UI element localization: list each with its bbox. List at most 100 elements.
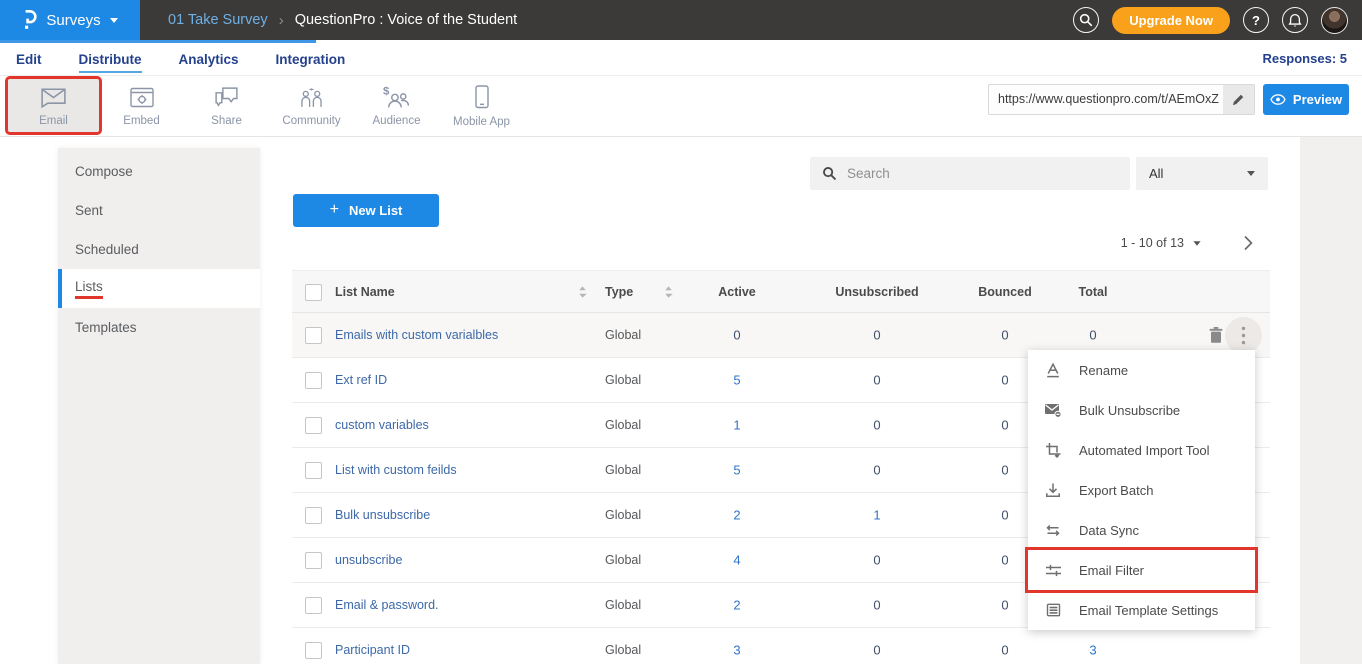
row-checkbox[interactable] bbox=[305, 642, 322, 659]
new-list-button[interactable]: + New List bbox=[293, 194, 439, 227]
sidebar-item-label: Scheduled bbox=[75, 242, 139, 257]
tab-integration[interactable]: Integration bbox=[276, 52, 346, 67]
channel-email[interactable]: Email bbox=[8, 79, 99, 132]
list-name-link[interactable]: Emails with custom varialbles bbox=[335, 328, 498, 342]
list-name-link[interactable]: unsubscribe bbox=[335, 553, 402, 567]
chevron-down-icon bbox=[1247, 171, 1255, 176]
row-checkbox[interactable] bbox=[305, 462, 322, 479]
list-name-link[interactable]: custom variables bbox=[335, 418, 429, 432]
pagination-range[interactable]: 1 - 10 of 13 bbox=[1121, 236, 1184, 250]
preview-label: Preview bbox=[1293, 92, 1342, 107]
sidebar-item-sent[interactable]: Sent bbox=[58, 191, 260, 230]
channel-embed[interactable]: Embed bbox=[99, 79, 184, 132]
list-type: Global bbox=[605, 508, 641, 522]
select-all-checkbox[interactable] bbox=[305, 284, 322, 301]
menu-item-email-template-settings[interactable]: Email Template Settings bbox=[1028, 590, 1255, 630]
sort-icon[interactable] bbox=[664, 285, 673, 298]
channel-audience[interactable]: $Audience bbox=[354, 79, 439, 132]
list-type: Global bbox=[605, 553, 641, 567]
help-button[interactable]: ? bbox=[1243, 7, 1269, 33]
share-icon bbox=[213, 85, 240, 110]
list-name-link[interactable]: Ext ref ID bbox=[335, 373, 387, 387]
row-menu-button[interactable] bbox=[1225, 317, 1262, 354]
menu-item-automated-import-tool[interactable]: Automated Import Tool bbox=[1028, 430, 1255, 470]
channel-community[interactable]: Community bbox=[269, 79, 354, 132]
survey-url-value[interactable]: https://www.questionpro.com/t/AEmOxZ bbox=[989, 85, 1223, 114]
column-header-list-name[interactable]: List Name bbox=[335, 285, 395, 299]
list-name-link[interactable]: Email & password. bbox=[335, 598, 439, 612]
surveys-product-switcher[interactable]: Surveys bbox=[0, 0, 140, 40]
tab-edit[interactable]: Edit bbox=[16, 52, 42, 67]
menu-item-rename[interactable]: Rename bbox=[1028, 350, 1255, 390]
email-icon bbox=[39, 85, 68, 110]
edit-url-button[interactable] bbox=[1223, 85, 1254, 114]
distribute-toolbar: EmailEmbed Share Community$AudienceMobile … bbox=[0, 76, 1362, 137]
automated-import-icon bbox=[1044, 442, 1062, 459]
pagination: 1 - 10 of 13 bbox=[1000, 232, 1253, 254]
list-filter-dropdown[interactable]: All bbox=[1136, 157, 1268, 190]
row-checkbox[interactable] bbox=[305, 597, 322, 614]
questionpro-logo-icon bbox=[22, 10, 37, 30]
column-header-active[interactable]: Active bbox=[702, 285, 772, 299]
preview-button[interactable]: Preview bbox=[1263, 84, 1349, 115]
pencil-icon bbox=[1232, 93, 1245, 106]
menu-item-label: Rename bbox=[1079, 363, 1128, 378]
list-name-link[interactable]: Participant ID bbox=[335, 643, 410, 657]
sidebar-item-scheduled[interactable]: Scheduled bbox=[58, 230, 260, 269]
chevron-down-icon[interactable] bbox=[1193, 241, 1200, 246]
row-checkbox[interactable] bbox=[305, 372, 322, 389]
column-header-unsubscribed[interactable]: Unsubscribed bbox=[827, 285, 927, 299]
row-checkbox[interactable] bbox=[305, 507, 322, 524]
responses-count[interactable]: Responses: 5 bbox=[1262, 51, 1347, 66]
count-unsubscribed: 1 bbox=[827, 508, 927, 523]
next-page-button[interactable] bbox=[1243, 235, 1253, 251]
tab-label: Edit bbox=[16, 52, 42, 67]
channel-share[interactable]: Share bbox=[184, 79, 269, 132]
row-checkbox[interactable] bbox=[305, 552, 322, 569]
survey-navbar: Edit Distribute Analytics Integration Respo… bbox=[0, 40, 1362, 76]
channel-label: Share bbox=[211, 115, 242, 127]
list-type: Global bbox=[605, 418, 641, 432]
upgrade-now-button[interactable]: Upgrade Now bbox=[1112, 7, 1230, 34]
tab-analytics[interactable]: Analytics bbox=[179, 52, 239, 67]
list-name-link[interactable]: Bulk unsubscribe bbox=[335, 508, 430, 522]
breadcrumb-survey-name[interactable]: 01 Take Survey bbox=[168, 12, 268, 28]
row-checkbox[interactable] bbox=[305, 327, 322, 344]
filter-value: All bbox=[1149, 166, 1163, 181]
breadcrumb-separator-icon: › bbox=[279, 12, 284, 29]
sidebar-item-templates[interactable]: Templates bbox=[58, 308, 260, 347]
list-search-box bbox=[810, 157, 1130, 190]
list-type: Global bbox=[605, 643, 641, 657]
list-type: Global bbox=[605, 373, 641, 387]
sort-icon[interactable] bbox=[578, 285, 587, 298]
column-header-total[interactable]: Total bbox=[1053, 285, 1133, 299]
menu-item-label: Email Template Settings bbox=[1079, 603, 1218, 618]
search-button[interactable] bbox=[1073, 7, 1099, 33]
count-active: 5 bbox=[702, 373, 772, 388]
channel-mobile-app[interactable]: Mobile App bbox=[439, 79, 524, 132]
count-unsubscribed: 0 bbox=[827, 643, 927, 658]
table-header: List Name Type Active Unsubscribed Bounced To… bbox=[292, 270, 1270, 313]
tab-distribute[interactable]: Distribute bbox=[79, 52, 142, 67]
sidebar-item-compose[interactable]: Compose bbox=[58, 152, 260, 191]
menu-item-label: Automated Import Tool bbox=[1079, 443, 1210, 458]
trash-icon[interactable] bbox=[1208, 326, 1224, 345]
row-checkbox[interactable] bbox=[305, 417, 322, 434]
count-active: 3 bbox=[702, 643, 772, 658]
menu-item-export-batch[interactable]: Export Batch bbox=[1028, 470, 1255, 510]
menu-item-data-sync[interactable]: Data Sync bbox=[1028, 510, 1255, 550]
list-name-link[interactable]: List with custom feilds bbox=[335, 463, 457, 477]
product-label: Surveys bbox=[46, 12, 100, 29]
menu-item-email-filter[interactable]: Email Filter bbox=[1028, 550, 1255, 590]
search-input[interactable] bbox=[847, 166, 1118, 181]
menu-item-bulk-unsubscribe[interactable]: Bulk Unsubscribe bbox=[1028, 390, 1255, 430]
svg-text:$: $ bbox=[383, 85, 390, 97]
community-icon bbox=[298, 85, 325, 110]
audience-icon: $ bbox=[382, 85, 411, 110]
sidebar-item-lists[interactable]: Lists bbox=[58, 269, 260, 308]
list-type: Global bbox=[605, 463, 641, 477]
user-avatar[interactable] bbox=[1321, 7, 1348, 34]
column-header-type[interactable]: Type bbox=[605, 285, 633, 299]
column-header-bounced[interactable]: Bounced bbox=[965, 285, 1045, 299]
notifications-button[interactable] bbox=[1282, 7, 1308, 33]
